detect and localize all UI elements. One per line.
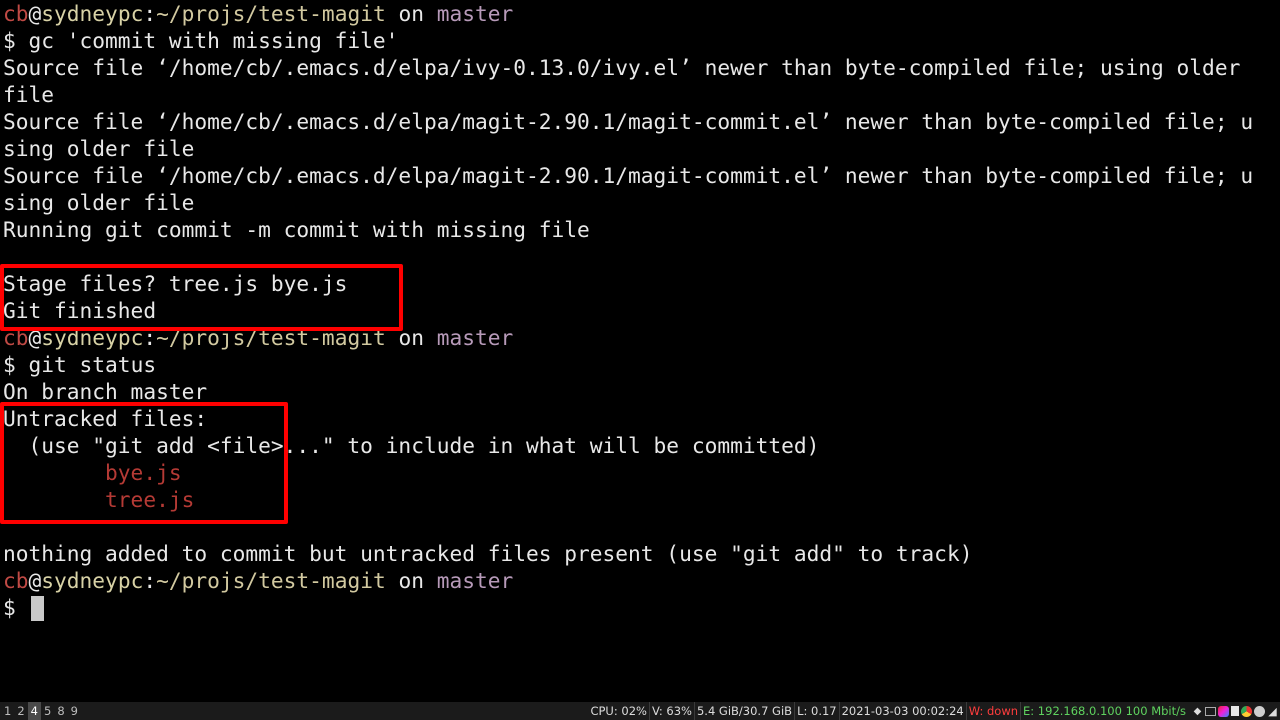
prompt-user: cb xyxy=(3,568,29,593)
output-line: On branch master xyxy=(3,379,208,404)
prompt-line: cb@sydneypc:~/projs/test-magit on master xyxy=(3,324,1277,351)
output-line: sing older file xyxy=(3,190,195,215)
document-icon[interactable] xyxy=(1231,706,1239,716)
command-text: gc 'commit with missing file' xyxy=(28,28,399,53)
status-bar: 1 2 4 5 8 9 CPU: 02% V: 63% 5.4 GiB/30.7… xyxy=(0,702,1280,720)
output-line: Untracked files: xyxy=(3,406,208,431)
output-line: Stage files? tree.js bye.js xyxy=(3,271,348,296)
output-line: (use "git add <file>..." to include in w… xyxy=(3,433,820,458)
clock: 2021-03-03 00:02:24 xyxy=(838,702,966,720)
chrome-icon[interactable] xyxy=(1241,705,1252,717)
color-picker-icon[interactable] xyxy=(1218,705,1229,717)
workspace-1[interactable]: 1 xyxy=(1,702,14,720)
output-line: nothing added to commit but untracked fi… xyxy=(3,541,973,566)
workspace-9[interactable]: 9 xyxy=(68,702,81,720)
prompt-path: ~/projs/test-magit xyxy=(156,568,386,593)
volume-level: V: 63% xyxy=(648,702,694,720)
output-line: Source file ‘/home/cb/.emacs.d/elpa/ivy-… xyxy=(3,55,1241,80)
prompt-on: on xyxy=(385,568,437,593)
workspace-2[interactable]: 2 xyxy=(14,702,27,720)
untracked-file: tree.js xyxy=(3,487,195,512)
output-line: file xyxy=(3,82,55,107)
output-line: Git finished xyxy=(3,298,157,323)
prompt-on: on xyxy=(385,1,437,26)
prompt-dollar: $ xyxy=(3,595,29,620)
command-text: git status xyxy=(28,352,157,377)
prompt-colon: : xyxy=(143,568,157,593)
input-line[interactable]: $ xyxy=(3,594,1277,621)
prompt-dollar: $ xyxy=(3,28,29,53)
system-tray: ◆ ◢ xyxy=(1188,705,1280,717)
terminal[interactable]: cb@sydneypc:~/projs/test-magit on master… xyxy=(3,0,1277,702)
prompt-at: @ xyxy=(28,1,42,26)
load-average: L: 0.17 xyxy=(794,702,839,720)
prompt-line: cb@sydneypc:~/projs/test-magit on master xyxy=(3,0,1277,27)
prompt-branch: master xyxy=(436,568,514,593)
output-line: sing older file xyxy=(3,136,195,161)
prompt-host: sydneypc xyxy=(41,325,144,350)
steam-icon[interactable] xyxy=(1254,705,1265,717)
dropbox-icon[interactable]: ◆ xyxy=(1192,706,1203,717)
workspace-4[interactable]: 4 xyxy=(27,702,41,720)
prompt-path: ~/projs/test-magit xyxy=(156,1,386,26)
terminal-cursor[interactable] xyxy=(30,596,44,621)
memory-usage: 5.4 GiB/30.7 GiB xyxy=(693,702,794,720)
system-stats: CPU: 02% V: 63% 5.4 GiB/30.7 GiB L: 0.17… xyxy=(588,702,1280,720)
wifi-state: down xyxy=(986,704,1019,718)
prompt-host: sydneypc xyxy=(41,568,144,593)
keyboard-icon[interactable] xyxy=(1205,706,1216,716)
prompt-dollar: $ xyxy=(3,352,29,377)
output-line: Source file ‘/home/cb/.emacs.d/elpa/magi… xyxy=(3,163,1254,188)
wifi-label: W: xyxy=(968,704,984,718)
untracked-file: bye.js xyxy=(3,460,182,485)
prompt-line: cb@sydneypc:~/projs/test-magit on master xyxy=(3,567,1277,594)
workspace-switcher: 1 2 4 5 8 9 xyxy=(1,702,81,720)
command-line: $ git status xyxy=(3,351,1277,378)
prompt-branch: master xyxy=(436,325,514,350)
output-line: Source file ‘/home/cb/.emacs.d/elpa/magi… xyxy=(3,109,1254,134)
prompt-at: @ xyxy=(28,568,42,593)
prompt-colon: : xyxy=(143,1,157,26)
command-line: $ gc 'commit with missing file' xyxy=(3,27,1277,54)
prompt-path: ~/projs/test-magit xyxy=(156,325,386,350)
prompt-branch: master xyxy=(436,1,514,26)
workspace-8[interactable]: 8 xyxy=(54,702,67,720)
prompt-user: cb xyxy=(3,325,29,350)
prompt-user: cb xyxy=(3,1,29,26)
prompt-at: @ xyxy=(28,325,42,350)
ethernet-status: E: 192.168.0.100 100 Mbit/s xyxy=(1020,702,1188,720)
prompt-colon: : xyxy=(143,325,157,350)
prompt-on: on xyxy=(385,325,437,350)
workspace-5[interactable]: 5 xyxy=(41,702,54,720)
output-line: Running git commit -m commit with missin… xyxy=(3,217,590,242)
wifi-status: W: down xyxy=(965,702,1020,720)
cpu-usage: CPU: 02% xyxy=(590,704,647,718)
prompt-host: sydneypc xyxy=(41,1,144,26)
network-icon[interactable]: ◢ xyxy=(1267,706,1278,717)
